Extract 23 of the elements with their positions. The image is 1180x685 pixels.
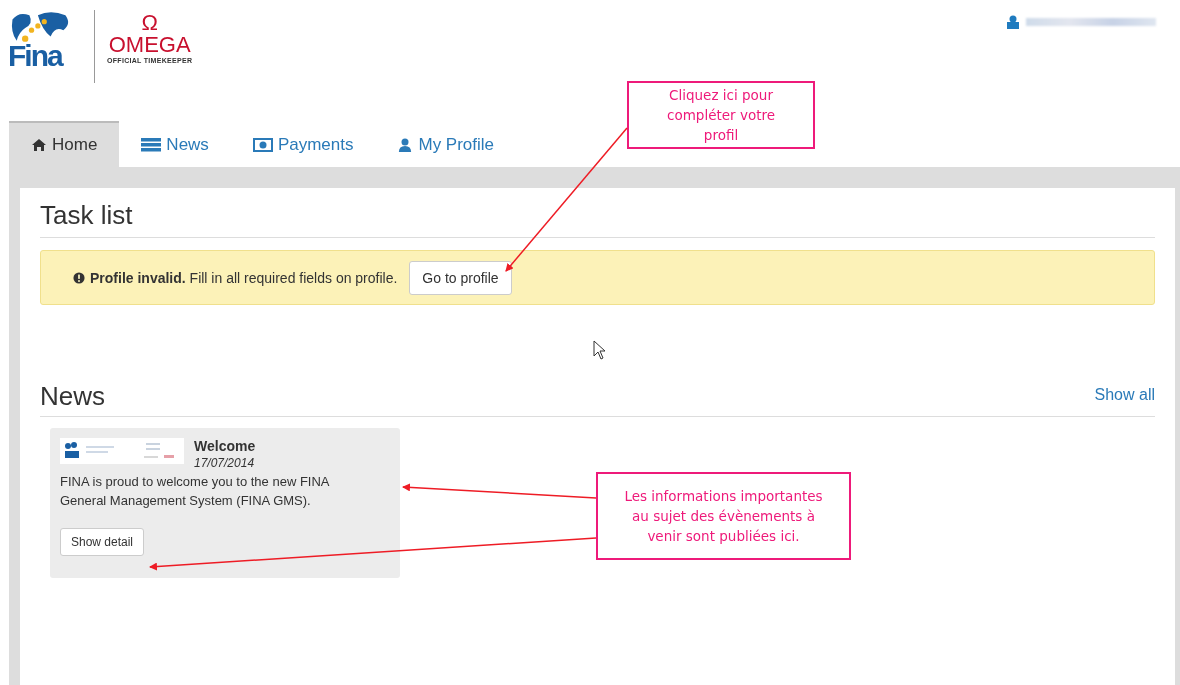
news-text: FINA is proud to welcome you to the new FINA General Management System (FINA GMS).: [60, 473, 331, 510]
callout-note: Cliquez ici pour compléter votre profil: [627, 81, 815, 149]
go-to-profile-button[interactable]: Go to profile: [409, 260, 512, 295]
news-title: Welcome: [194, 438, 256, 454]
alert-message: Profile invalid. Fill in all required fields on profile.: [90, 269, 398, 286]
mouse-cursor-icon: [593, 340, 606, 360]
news-date: 17/07/2014: [194, 456, 256, 470]
show-detail-button[interactable]: Show detail: [60, 528, 145, 556]
callout-note: Les informations importantes au sujet des évènements à venir sont publiées ici.: [596, 472, 851, 560]
nav-tab[interactable]: My Profile: [375, 121, 517, 167]
user-icon[interactable]: [1006, 15, 1020, 29]
list-icon: [141, 138, 162, 152]
nav-tab[interactable]: Payments: [230, 121, 376, 167]
nav-tab[interactable]: Home: [9, 121, 120, 167]
exclamation-icon: [73, 271, 85, 284]
show-all-link[interactable]: Show all: [1094, 386, 1155, 416]
home-icon: [31, 138, 47, 152]
section-title: Task list: [40, 200, 1155, 238]
nav-tab[interactable]: News: [119, 121, 231, 167]
banknote-icon: [252, 138, 273, 152]
section-title: News: [40, 381, 105, 413]
fina-logo: Fina: [8, 9, 76, 71]
user-icon: [397, 138, 414, 152]
